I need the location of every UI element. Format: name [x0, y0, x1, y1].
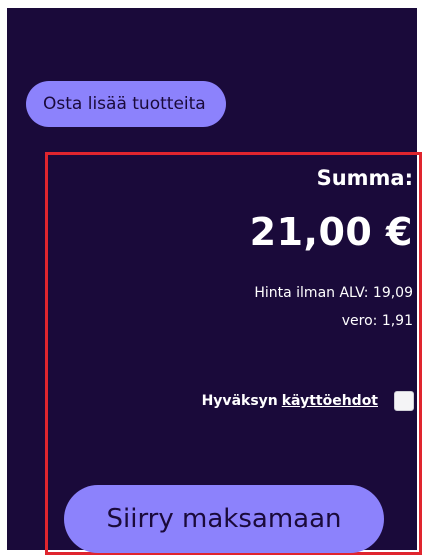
continue-shopping-button[interactable]: Osta lisää tuotteita	[26, 81, 226, 127]
tax-amount: vero: 1,91	[341, 313, 413, 329]
terms-link[interactable]: käyttöehdot	[282, 393, 378, 409]
cart-panel: Osta lisää tuotteita Summa: 21,00 € Hint…	[7, 8, 422, 555]
terms-label: Hyväksyn	[201, 393, 278, 409]
checkout-button[interactable]: Siirry maksamaan	[64, 485, 384, 553]
terms-acceptance-row: Hyväksyn käyttöehdot	[202, 391, 414, 411]
order-summary-box: Summa: 21,00 € Hinta ilman ALV: 19,09 ve…	[45, 152, 422, 555]
terms-checkbox[interactable]	[394, 391, 414, 411]
price-without-vat: Hinta ilman ALV: 19,09	[254, 285, 413, 301]
summary-title: Summa:	[316, 166, 413, 190]
total-amount: 21,00 €	[249, 210, 413, 254]
